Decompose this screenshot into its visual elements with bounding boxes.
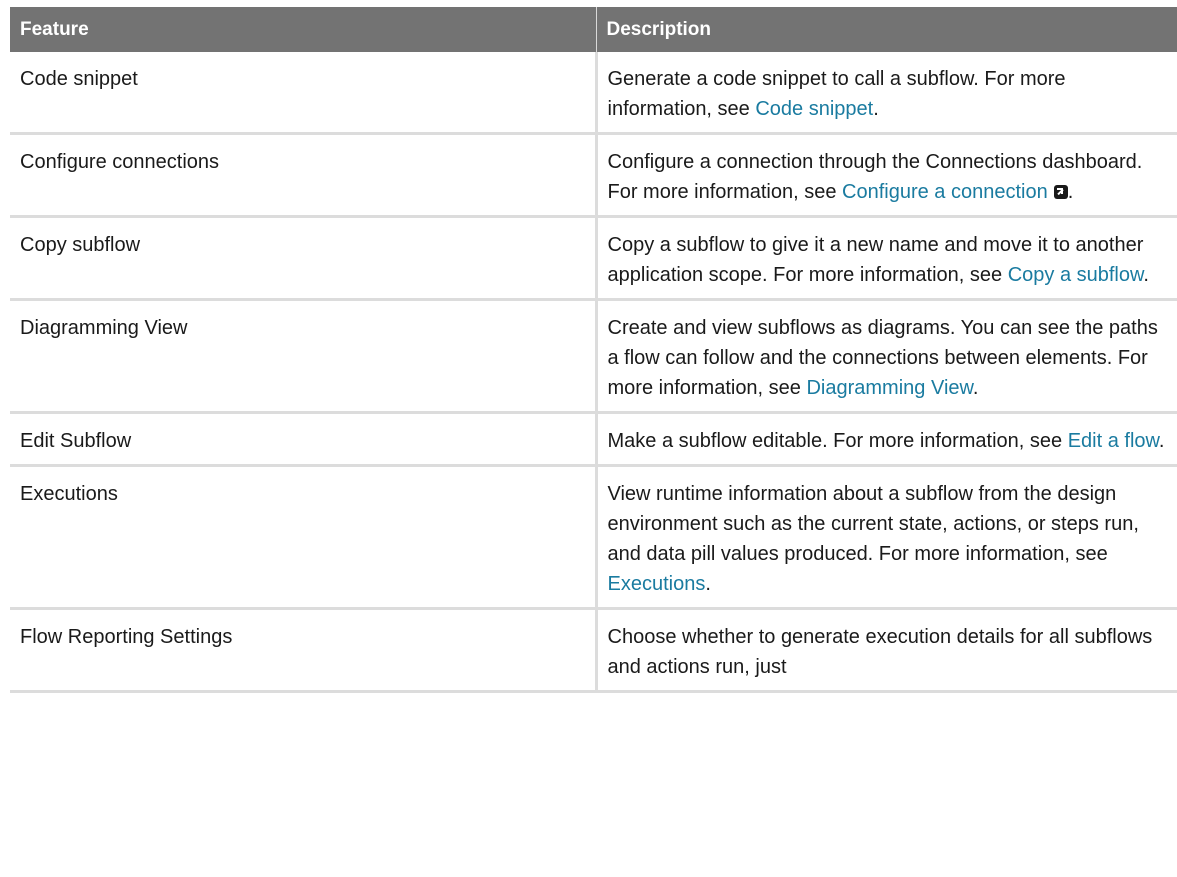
description-end: . [972, 377, 979, 399]
description-cell: View runtime information about a subflow… [594, 465, 1177, 610]
external-link-icon[interactable] [1053, 185, 1068, 199]
table-row: Edit Subflow Make a subflow editable. Fo… [10, 412, 1177, 467]
table-row: Flow Reporting Settings Choose whether t… [10, 608, 1177, 693]
doc-link[interactable]: Copy a subflow [1008, 264, 1144, 286]
feature-cell: Edit Subflow [10, 412, 596, 467]
description-cell: Make a subflow editable. For more inform… [594, 412, 1177, 467]
description-text: Choose whether to generate execution det… [607, 626, 1153, 678]
table-row: Code snippet Generate a code snippet to … [10, 52, 1177, 135]
feature-cell: Flow Reporting Settings [10, 608, 596, 693]
table-row: Copy subflow Copy a subflow to give it a… [10, 216, 1177, 301]
description-cell: Generate a code snippet to call a subflo… [594, 52, 1177, 135]
description-text: View runtime information about a subflow… [607, 483, 1139, 565]
feature-cell: Code snippet [10, 52, 596, 135]
description-cell: Create and view subflows as diagrams. Yo… [594, 299, 1177, 414]
doc-link[interactable]: Edit a flow [1068, 430, 1159, 452]
table-header-row: Feature Description [10, 7, 1177, 52]
description-end: . [1143, 264, 1149, 286]
header-description: Description [595, 7, 1177, 52]
description-end: . [873, 98, 879, 120]
doc-link[interactable]: Executions [608, 573, 706, 595]
features-table: Feature Description Code snippet Generat… [10, 7, 1177, 693]
doc-link[interactable]: Code snippet [755, 98, 873, 120]
description-end: . [705, 573, 711, 595]
table-row: Diagramming View Create and view subflow… [10, 299, 1177, 414]
description-text: Make a subflow editable. For more inform… [607, 430, 1068, 452]
description-cell: Choose whether to generate execution det… [594, 608, 1177, 693]
feature-cell: Diagramming View [10, 299, 596, 414]
description-end: . [1158, 430, 1165, 452]
doc-link[interactable]: Configure a connection [842, 181, 1048, 203]
feature-cell: Configure connections [10, 133, 596, 218]
feature-cell: Copy subflow [10, 216, 596, 301]
description-end: . [1067, 181, 1074, 203]
description-cell: Copy a subflow to give it a new name and… [594, 216, 1177, 301]
table-row: Configure connections Configure a connec… [10, 133, 1177, 218]
doc-link[interactable]: Diagramming View [806, 377, 972, 399]
table-row: Executions View runtime information abou… [10, 465, 1177, 610]
description-cell: Configure a connection through the Conne… [594, 133, 1177, 218]
header-feature: Feature [10, 7, 596, 52]
feature-cell: Executions [10, 465, 596, 610]
